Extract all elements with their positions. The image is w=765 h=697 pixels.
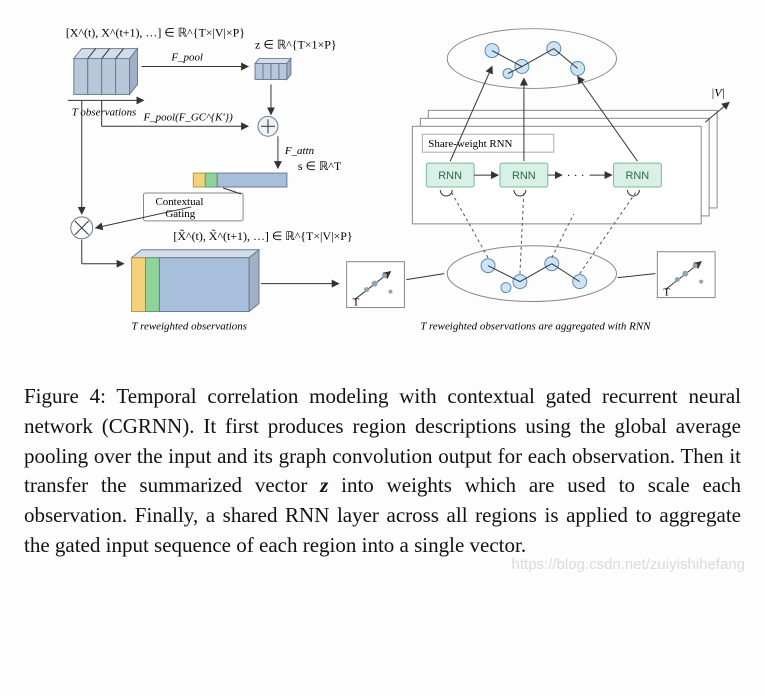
- svg-text:· · ·: · · ·: [567, 168, 585, 182]
- s-vector: [193, 173, 287, 187]
- gating-label-1: Contextual: [155, 196, 203, 208]
- inset-right: T: [657, 252, 715, 299]
- input-tensor-stack: [74, 49, 138, 95]
- fpool-label-1: F_pool: [170, 52, 203, 64]
- fattn-label: F_attn: [284, 145, 315, 157]
- figure-diagram: [X^(t), X^(t+1), …] ∈ ℝ^{T×|V|×P} T obse…: [24, 18, 741, 368]
- xtilde-label: [X̃^(t), X̃^(t+1), …] ∈ ℝ^{T×|V|×P}: [173, 228, 352, 242]
- bottom-graph-nodes: [481, 257, 587, 293]
- fpool-label-2: F_pool(F_GC^{K'}): [143, 111, 234, 123]
- share-weight-label: Share-weight RNN: [428, 138, 512, 150]
- v-cardinality-label: |V|: [711, 85, 725, 99]
- diagram-svg: [X^(t), X^(t+1), …] ∈ ℝ^{T×|V|×P} T obse…: [24, 18, 741, 368]
- t-reweighted-label: T reweighted observations: [132, 320, 247, 332]
- right-caption: T reweighted observations are aggregated…: [420, 320, 651, 332]
- svg-text:RNN: RNN: [438, 170, 462, 182]
- inset-left: T: [347, 262, 405, 309]
- svg-text:T: T: [353, 297, 360, 309]
- z-label: z ∈ ℝ^{T×1×P}: [255, 38, 337, 52]
- svg-text:RNN: RNN: [625, 170, 649, 182]
- caption-label: Figure 4:: [24, 384, 106, 408]
- reweighted-tensor: [132, 250, 259, 312]
- s-label: s ∈ ℝ^T: [298, 159, 342, 173]
- svg-text:RNN: RNN: [512, 170, 536, 182]
- svg-text:T: T: [663, 287, 670, 299]
- input-tensor-label: [X^(t), X^(t+1), …] ∈ ℝ^{T×|V|×P}: [66, 26, 245, 40]
- figure-caption: Figure 4: Temporal correlation modeling …: [24, 382, 741, 561]
- top-graph-nodes: [485, 42, 585, 79]
- z-tensor: [255, 59, 291, 80]
